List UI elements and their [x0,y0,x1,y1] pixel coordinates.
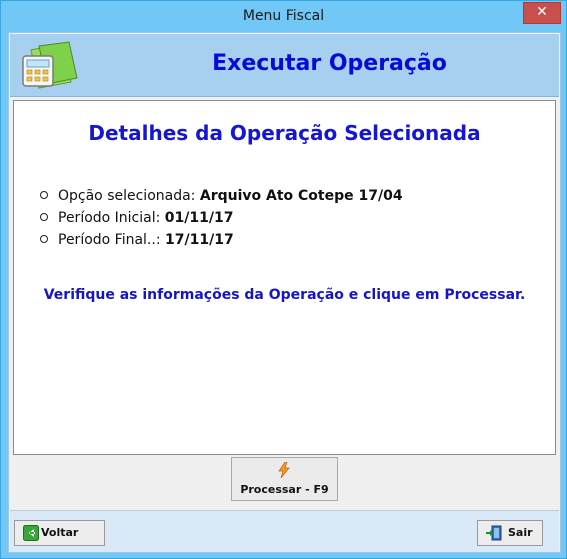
calculator-folder-icon [22,41,78,89]
close-icon: ✕ [536,4,548,20]
process-label: Processar - F9 [240,483,329,496]
header-title: Executar Operação [212,51,447,76]
app-window: Menu Fiscal ✕ Executar Operação Detalhes… [0,0,567,559]
bullet-icon [40,213,48,221]
details-list: Opção selecionada: Arquivo Ato Cotepe 17… [40,185,403,251]
header-banner: Executar Operação [10,34,559,97]
process-button[interactable]: Processar - F9 [231,457,338,501]
exit-label: Sair [508,526,533,539]
detail-value: Arquivo Ato Cotepe 17/04 [199,188,403,204]
bullet-icon [40,235,48,243]
lightning-icon [278,462,290,478]
footer-bar: Voltar Sair [10,510,559,552]
detail-item-start-period: Período Inicial: 01/11/17 [40,207,403,229]
back-button[interactable]: Voltar [14,520,105,546]
exit-button[interactable]: Sair [477,520,543,546]
detail-value: 17/11/17 [165,232,234,248]
detail-item-option: Opção selecionada: Arquivo Ato Cotepe 17… [40,185,403,207]
instruction-text: Verifique as informações da Operação e c… [43,287,526,303]
details-panel: Detalhes da Operação Selecionada Opção s… [13,100,556,455]
panel-title: Detalhes da Operação Selecionada [88,121,481,145]
detail-item-end-period: Período Final..: 17/11/17 [40,229,403,251]
detail-label: Período Final..: [58,232,166,248]
client-area: Executar Operação Detalhes da Operação S… [8,32,561,553]
window-title: Menu Fiscal [242,8,325,24]
close-button[interactable]: ✕ [523,2,561,24]
back-label: Voltar [41,526,79,539]
detail-label: Período Inicial: [58,210,165,226]
detail-value: 01/11/17 [164,210,234,226]
bullet-icon [40,191,48,199]
back-arrow-icon [23,525,39,541]
detail-label: Opção selecionada: [58,188,200,204]
exit-door-icon [486,525,502,541]
title-bar[interactable]: Menu Fiscal ✕ [1,1,566,32]
